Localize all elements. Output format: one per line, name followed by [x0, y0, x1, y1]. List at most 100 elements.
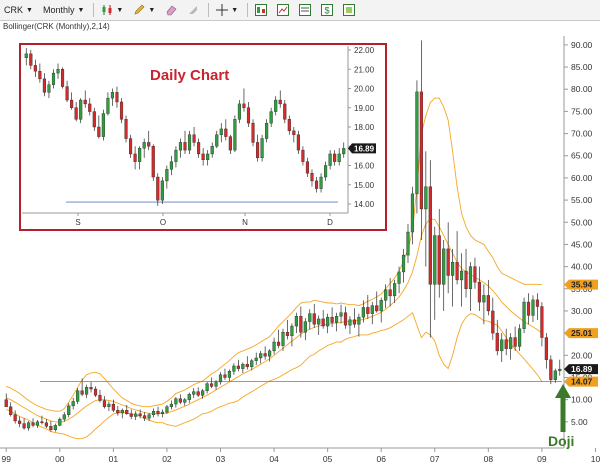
candle: [428, 160, 432, 338]
inset-candle-body: [274, 99, 278, 112]
inset-candle-body: [147, 142, 151, 147]
candle: [366, 294, 370, 319]
time-tick-label: 09: [537, 454, 547, 464]
candle-body: [303, 321, 307, 333]
candle-body: [272, 341, 276, 352]
candle-body: [40, 421, 44, 424]
candle-body: [509, 337, 513, 349]
inset-price-tick-label: 20.00: [354, 85, 375, 94]
candle: [451, 248, 455, 307]
candle-body: [290, 325, 294, 336]
candle: [442, 240, 446, 311]
candle-body: [540, 306, 544, 338]
inset-candle-body: [319, 176, 323, 189]
inset-candle-body: [301, 149, 305, 162]
candle: [245, 356, 249, 370]
inset-time-tick-label: N: [242, 218, 248, 227]
inset-candle-body: [97, 126, 101, 137]
inset-candle-body: [224, 128, 228, 137]
inset-candle-body: [178, 142, 183, 151]
inset-candle: [151, 144, 155, 181]
candle: [227, 369, 232, 382]
inset-candle-body: [219, 128, 223, 135]
candle: [218, 372, 223, 385]
candle: [98, 389, 102, 403]
candle: [406, 224, 410, 264]
candle: [294, 312, 298, 334]
inset-candle-body: [79, 99, 83, 120]
candle-body: [544, 337, 548, 360]
inset-candle-body: [206, 153, 210, 160]
candle-body: [451, 261, 455, 276]
inset-candle-body: [151, 146, 155, 178]
candle: [446, 222, 450, 294]
candle-body: [531, 299, 535, 316]
candle: [433, 226, 437, 320]
candle: [500, 333, 504, 362]
candle-body: [415, 91, 419, 195]
candle: [504, 328, 508, 356]
inset-candle-body: [328, 153, 332, 166]
inset-candle-body: [256, 142, 260, 158]
inset-price-tick-label: 22.00: [354, 46, 375, 55]
candle: [236, 359, 240, 372]
candle: [178, 394, 182, 405]
candle-body: [102, 400, 107, 407]
candle-body: [504, 339, 508, 349]
candle-body: [535, 299, 540, 307]
candle-body: [165, 406, 169, 413]
candle: [151, 408, 156, 418]
candle: [415, 80, 419, 214]
inset-candle-body: [65, 86, 69, 101]
inset-candle: [79, 98, 83, 124]
candle-body: [482, 295, 486, 303]
candle-body: [205, 383, 209, 391]
candle-body: [143, 415, 147, 419]
inset-candle-body: [237, 103, 241, 120]
candle: [241, 362, 245, 374]
price-tick-label: 60.00: [571, 173, 593, 183]
candle-body: [58, 418, 62, 426]
candle: [379, 297, 383, 323]
candle-body: [218, 374, 223, 383]
price-tick-label: 85.00: [571, 62, 593, 72]
candle: [468, 262, 473, 311]
price-tick-label: 75.00: [571, 106, 593, 116]
price-tag-label: 25.01: [571, 328, 593, 338]
candle: [526, 293, 531, 325]
candle: [9, 402, 13, 417]
candle-body: [361, 307, 365, 318]
inset-candle-body: [110, 92, 114, 99]
candle-body: [468, 266, 473, 289]
candle: [169, 400, 173, 410]
candle: [513, 326, 517, 351]
inset-candle-body: [169, 161, 173, 170]
candle-body: [214, 381, 218, 387]
inset-candle-body: [246, 107, 251, 124]
candle-body: [169, 403, 173, 407]
price-chart[interactable]: 5.0010.0015.0020.0025.0030.0035.0040.004…: [0, 0, 600, 467]
candle-body: [120, 410, 124, 414]
inset-candle-body: [197, 142, 201, 155]
candle-body: [558, 368, 562, 372]
candle: [540, 302, 544, 347]
candle-body: [477, 281, 481, 303]
candle: [263, 346, 267, 360]
candle-body: [393, 283, 397, 297]
candle-body: [129, 413, 133, 417]
inset-time-tick-label: S: [75, 218, 80, 227]
candle-body: [174, 398, 178, 405]
candle: [13, 410, 17, 424]
candle-body: [553, 370, 557, 380]
inset-candle: [251, 119, 255, 147]
price-tick-label: 45.00: [571, 239, 593, 249]
inset-candle-body: [228, 136, 232, 151]
candle-body: [473, 266, 477, 283]
inset-candle-body: [174, 149, 178, 162]
candle-body: [236, 365, 240, 369]
inset-price-tick-label: 15.00: [354, 181, 375, 190]
candle: [544, 333, 548, 369]
candle-body: [406, 231, 410, 256]
candle-body: [178, 398, 182, 403]
candle-body: [125, 410, 129, 415]
